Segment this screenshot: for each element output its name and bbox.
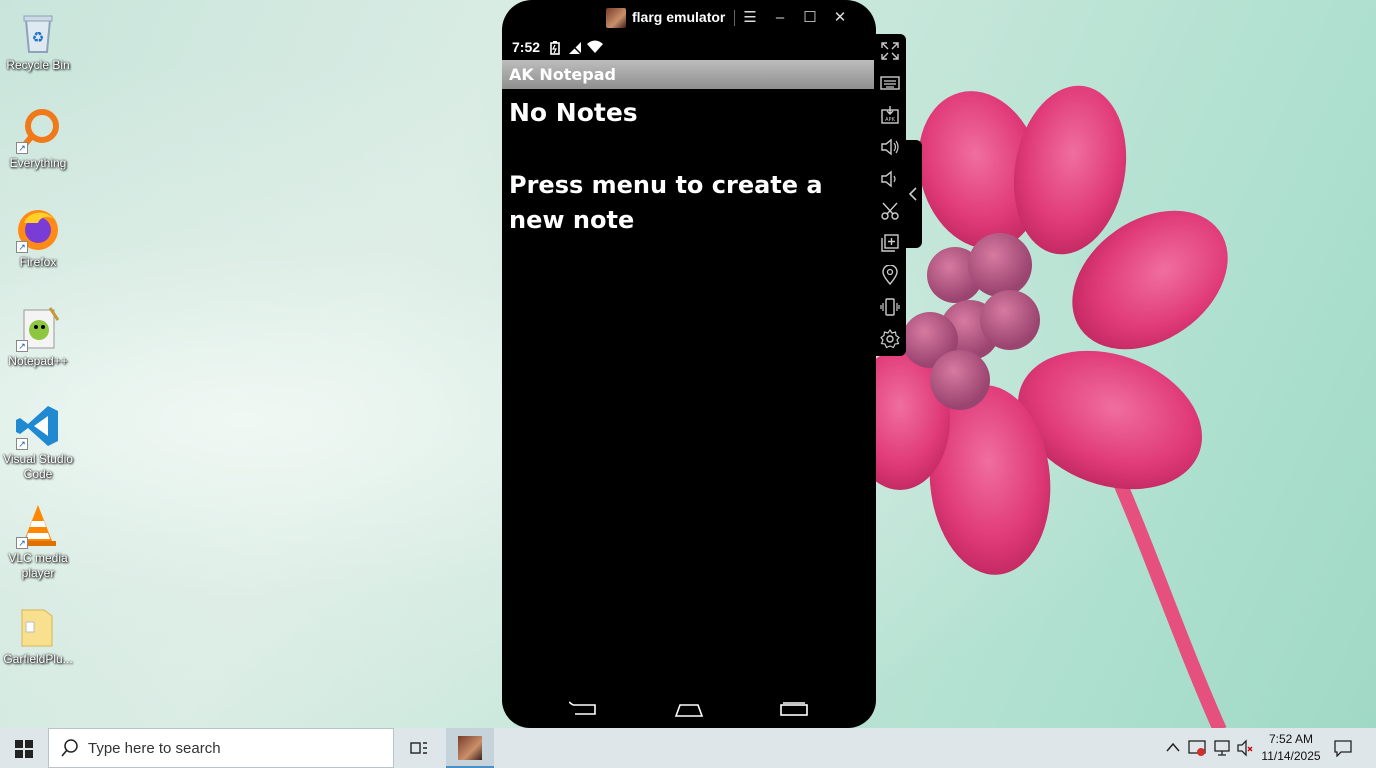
taskbar: Type here to search 7:52 AM 11/14/2025 — [0, 728, 1376, 768]
tray-date: 11/14/2025 — [1261, 749, 1321, 763]
toolbar-collapse-tab[interactable] — [904, 140, 922, 248]
android-status-bar: 7:52 — [502, 36, 876, 60]
desktop-icon-garfield-folder[interactable]: GarfieldPlu... — [0, 602, 76, 667]
volume-muted-icon[interactable] — [1237, 739, 1255, 757]
maximize-button[interactable]: ☐ — [798, 6, 822, 30]
title-separator — [734, 10, 735, 26]
security-alert-icon[interactable] — [1188, 739, 1206, 757]
minimize-button[interactable]: – — [768, 6, 792, 30]
menu-icon[interactable]: ☰ — [738, 6, 762, 30]
no-notes-heading: No Notes — [509, 98, 638, 127]
search-icon — [61, 739, 78, 757]
network-icon[interactable] — [1213, 739, 1231, 757]
firefox-icon: ↗ — [14, 205, 62, 253]
emulator-title-bar[interactable]: flarg emulator ☰ – ☐ ✕ — [502, 0, 876, 36]
desktop-icon-label: Notepad++ — [8, 354, 68, 368]
svg-text:APK: APK — [885, 117, 895, 123]
apk-install-icon[interactable]: APK — [880, 105, 900, 125]
close-button[interactable]: ✕ — [828, 6, 852, 30]
start-button[interactable] — [0, 728, 48, 768]
desktop-icon-everything[interactable]: ↗ Everything — [0, 106, 76, 171]
recent-apps-icon[interactable] — [779, 701, 809, 717]
everything-search-icon: ↗ — [14, 106, 62, 154]
shake-icon[interactable] — [880, 297, 900, 317]
desktop-icon-label: GarfieldPlu... — [3, 652, 73, 666]
android-nav-bar — [502, 690, 876, 728]
desktop-icon-label: Visual Studio Code — [3, 452, 73, 481]
status-time: 7:52 — [512, 39, 541, 55]
settings-icon[interactable] — [880, 328, 900, 349]
app-title-bar: AK Notepad — [502, 60, 876, 89]
taskbar-app-flarg-emulator[interactable] — [446, 728, 494, 768]
shortcut-arrow-icon: ↗ — [16, 537, 28, 549]
tray-time: 7:52 AM — [1268, 732, 1314, 746]
desktop-icon-label: Firefox — [19, 255, 57, 269]
desktop-icon-label: Everything — [9, 156, 67, 170]
desktop-icon-vscode[interactable]: ↗ Visual Studio Code — [0, 402, 76, 482]
taskbar-search-box[interactable]: Type here to search — [48, 728, 394, 768]
search-placeholder: Type here to search — [88, 740, 221, 757]
app-title: AK Notepad — [509, 65, 616, 84]
shortcut-arrow-icon: ↗ — [16, 142, 28, 154]
notepad-plus-plus-icon: ↗ — [14, 304, 62, 352]
keyboard-icon[interactable] — [880, 73, 900, 93]
volume-down-icon[interactable] — [880, 169, 900, 189]
windows-logo-icon — [15, 740, 33, 758]
fullscreen-icon[interactable] — [880, 41, 900, 61]
battery-icon — [550, 41, 560, 55]
desktop-icon-vlc[interactable]: ↗ VLC media player — [0, 501, 76, 581]
desktop-icon-recycle-bin[interactable]: ♻ Recycle Bin — [0, 8, 76, 73]
emulator-window[interactable]: flarg emulator ☰ – ☐ ✕ 7:52 AK Notepad N… — [502, 0, 876, 728]
emulator-title: flarg emulator — [632, 9, 726, 25]
task-view-icon[interactable] — [409, 738, 429, 758]
empty-message: Press menu to create a new note — [509, 171, 823, 234]
notifications-icon[interactable] — [1334, 739, 1352, 757]
flarg-emulator-app-icon — [458, 736, 482, 760]
tray-clock[interactable]: 7:52 AM 11/14/2025 — [1258, 731, 1324, 765]
desktop-icon-label: Recycle Bin — [6, 58, 70, 72]
chevron-up-icon[interactable] — [1166, 742, 1180, 752]
desktop-icon-notepad-plus-plus[interactable]: ↗ Notepad++ — [0, 304, 76, 369]
emulator-app-icon — [606, 8, 626, 28]
multi-instance-icon[interactable] — [880, 233, 900, 253]
wifi-icon — [587, 40, 603, 53]
screenshot-scissors-icon[interactable] — [880, 201, 900, 221]
back-icon[interactable] — [569, 701, 599, 717]
desktop-icon-label: VLC media player — [8, 551, 68, 580]
svg-text:♻: ♻ — [32, 30, 45, 46]
folder-icon — [14, 602, 62, 650]
emulator-side-toolbar: APK — [874, 34, 906, 356]
vscode-icon: ↗ — [14, 402, 62, 450]
chevron-left-icon — [908, 187, 917, 201]
shortcut-arrow-icon: ↗ — [16, 241, 28, 253]
recycle-bin-icon: ♻ — [14, 8, 62, 56]
location-icon[interactable] — [880, 264, 900, 286]
shortcut-arrow-icon: ↗ — [16, 438, 28, 450]
shortcut-arrow-icon: ↗ — [16, 340, 28, 352]
desktop-icon-firefox[interactable]: ↗ Firefox — [0, 205, 76, 270]
signal-icon — [568, 41, 582, 55]
home-icon[interactable] — [674, 702, 704, 718]
volume-up-icon[interactable] — [880, 137, 900, 157]
vlc-icon: ↗ — [14, 501, 62, 549]
